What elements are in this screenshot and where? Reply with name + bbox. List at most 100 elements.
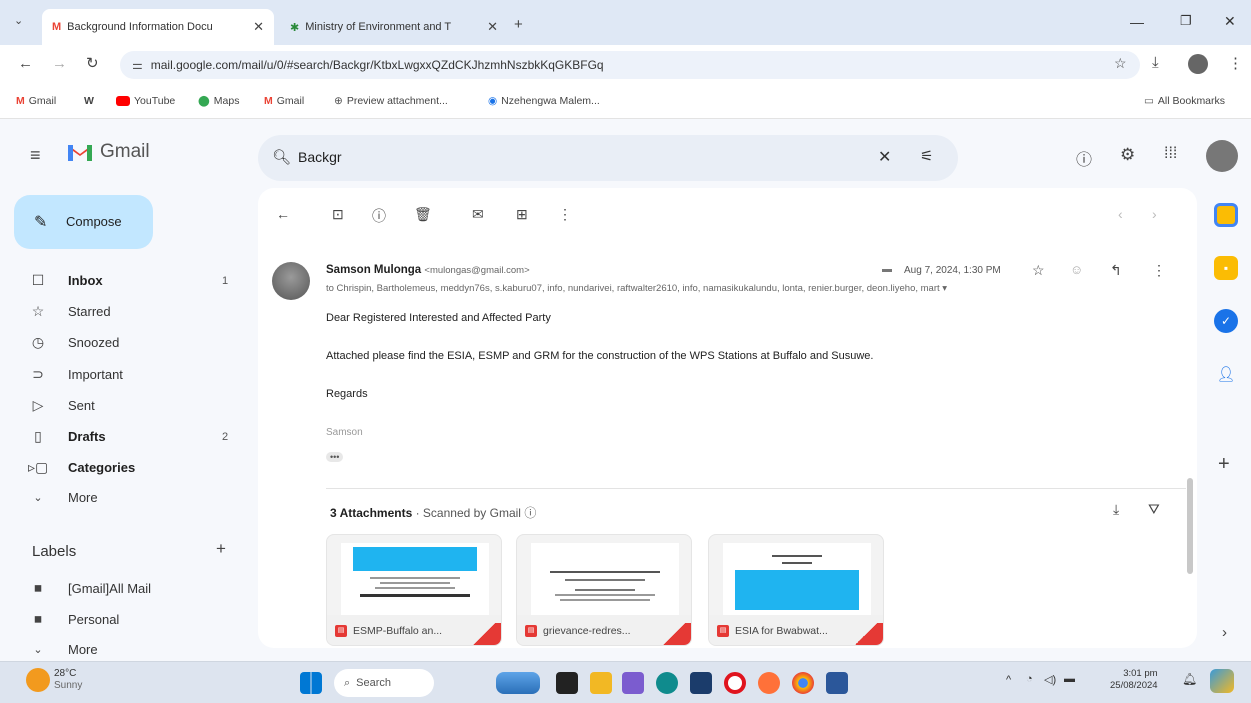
bookmark-nzehengwa[interactable]: ◉ Nzehengwa Malem... [488,95,600,107]
help-icon[interactable]: ⓘ [1076,146,1092,170]
volume-icon[interactable]: ◁) [1044,673,1056,686]
apps-grid-icon[interactable]: ⁞⁞⁞ [1164,145,1177,163]
calendar-icon[interactable] [1214,203,1238,227]
restore-icon[interactable]: ❐ [1180,13,1192,29]
sidebar-item-drafts[interactable]: ▯ Drafts 2 [0,421,245,452]
battery-icon[interactable]: ▬ [1064,673,1075,685]
close-icon[interactable]: ✕ [487,19,498,35]
message-more-icon[interactable]: ⋮ [1152,262,1166,279]
copilot-icon[interactable] [1210,669,1234,693]
new-tab-icon[interactable]: + [514,16,523,33]
widget-landscape-icon[interactable] [496,672,540,694]
close-icon[interactable]: ✕ [253,19,264,35]
all-bookmarks[interactable]: ▭ All Bookmarks [1144,95,1225,107]
weather-sun-icon[interactable] [26,668,50,692]
windows-start-icon[interactable] [300,672,322,694]
delete-icon[interactable]: 🗑︎ [414,206,432,223]
compose-button[interactable]: ✎ Compose [14,195,153,249]
browser-menu-icon[interactable]: ⋮ [1228,54,1243,72]
url-field[interactable]: ⚌ mail.google.com/mail/u/0/#search/Backg… [120,51,1140,79]
task-view-icon[interactable] [556,672,578,694]
older-icon[interactable]: › [1152,206,1157,222]
add-label-icon[interactable]: + [216,539,226,559]
bookmark-preview[interactable]: ⊕ Preview attachment... [334,95,448,107]
download-icon[interactable]: ⤓ [1152,54,1159,71]
reload-icon[interactable]: ↻ [86,54,99,72]
firefox-icon[interactable] [758,672,780,694]
tab-search-icon[interactable]: ⌄ [14,14,23,27]
search-bar[interactable]: 🔍︎ Backgr ✕ ⚟ [258,135,958,181]
add-to-drive-icon[interactable]: ⛛ [1148,501,1160,518]
archive-icon[interactable]: ⊡ [332,206,344,223]
search-icon[interactable]: 🔍︎ [272,148,291,166]
more-actions-icon[interactable]: ⋮ [558,206,572,223]
show-side-panel-icon[interactable]: › [1222,624,1227,641]
add-addon-icon[interactable]: + [1218,453,1230,476]
sender-avatar[interactable] [272,262,310,300]
tasks-icon[interactable]: ✓ [1214,309,1238,333]
weather-widget[interactable]: 28°C Sunny [54,668,82,692]
bookmark-maps[interactable]: ⬤ Maps [198,95,239,107]
opera-icon[interactable] [724,672,746,694]
recipients-line[interactable]: to Chrispin, Bartholemeus, meddyn76s, s.… [326,283,1101,294]
back-arrow-icon[interactable]: ← [18,55,33,72]
edge-icon[interactable] [656,672,678,694]
sidebar-item-categories[interactable]: ▹▢ Categories [0,452,245,483]
report-spam-icon[interactable]: ⓘ [372,206,386,226]
sender-name[interactable]: Samson Mulonga [326,264,421,276]
window-close-icon[interactable]: ✕ [1224,13,1236,30]
chrome-icon[interactable] [792,672,814,694]
move-to-icon[interactable]: ⊞ [516,206,528,223]
bookmark-gmail[interactable]: M Gmail [16,95,56,107]
sidebar-item-more[interactable]: ⌄ More [0,482,245,513]
bookmark-youtube[interactable]: YouTube [116,95,175,107]
account-avatar[interactable] [1206,140,1238,172]
clear-search-icon[interactable]: ✕ [878,147,891,167]
bookmark-star-icon[interactable]: ☆ [1114,55,1127,72]
contacts-icon[interactable]: 👤︎ [1214,362,1238,386]
emoji-react-icon[interactable]: ☺ [1070,262,1083,277]
minimize-icon[interactable]: — [1130,14,1144,30]
mark-unread-icon[interactable]: ✉ [472,206,484,223]
recipients-dropdown-icon[interactable]: ▾ [942,283,947,294]
tray-chevron-icon[interactable]: ^ [1006,674,1011,686]
forward-arrow-icon[interactable]: → [52,55,67,72]
label-item-personal[interactable]: ◼ Personal [0,604,245,635]
profile-avatar[interactable] [1188,54,1208,74]
file-explorer-icon[interactable] [590,672,612,694]
label-item-all-mail[interactable]: ◼ [Gmail]All Mail [0,573,245,604]
teams-icon[interactable] [622,672,644,694]
bookmark-w[interactable]: W [84,95,94,107]
sidebar-item-inbox[interactable]: ☐ Inbox 1 [0,265,245,296]
show-trimmed-button[interactable]: ••• [326,452,344,462]
keep-icon[interactable]: ▪ [1214,256,1238,280]
scrollbar-thumb[interactable] [1187,478,1193,574]
taskbar-search[interactable]: ⌕ Search [334,669,434,697]
search-input[interactable]: Backgr [298,149,342,165]
reply-icon[interactable]: ↰ [1110,262,1122,279]
site-info-icon[interactable]: ⚌ [132,58,143,72]
settings-gear-icon[interactable]: ⚙ [1120,145,1135,165]
attachment-card[interactable]: ESIA for Bwabwat... ▤ [708,534,884,646]
wifi-icon[interactable]: ◔ [1026,673,1033,685]
attachment-card[interactable]: grievance-redres... ▤ [516,534,692,646]
star-icon[interactable]: ☆ [1032,262,1045,279]
sidebar-item-starred[interactable]: ☆ Starred [0,296,245,327]
back-to-list-icon[interactable]: ← [276,206,290,222]
tab-ministry[interactable]: ✱ Ministry of Environment and T ✕ [280,9,508,45]
notification-bell-icon[interactable]: 🔔︎ [1182,672,1197,686]
newer-icon[interactable]: ‹ [1118,206,1123,222]
attachment-card[interactable]: ESMP-Buffalo an... ▤ [326,534,502,646]
draft-icon: ▯ [34,428,42,444]
sidebar-item-important[interactable]: ⊃ Important [0,359,245,390]
word-icon[interactable] [826,672,848,694]
tab-gmail[interactable]: M Background Information Docu ✕ [42,9,274,45]
sidebar-item-snoozed[interactable]: ◷ Snoozed [0,327,245,358]
store-icon[interactable] [690,672,712,694]
bookmark-gmail-2[interactable]: M Gmail [264,95,304,107]
search-options-icon[interactable]: ⚟ [920,147,933,165]
clock[interactable]: 3:01 pm 25/08/2024 [1110,668,1158,692]
download-all-icon[interactable]: ⤓ [1113,501,1119,518]
info-icon[interactable]: ⓘ [524,506,536,520]
sidebar-item-sent[interactable]: ▷ Sent [0,390,245,421]
